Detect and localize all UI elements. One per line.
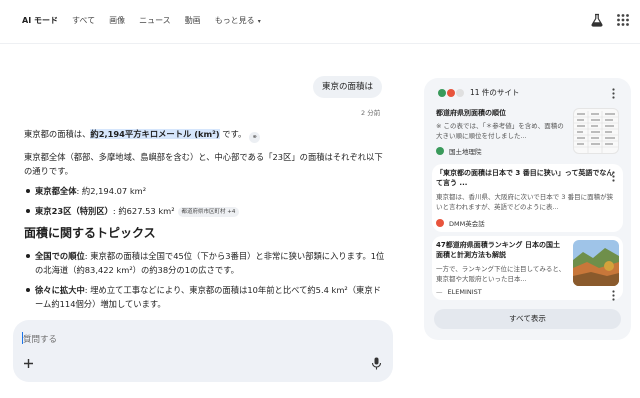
source-card-site-name: DMM英会話 — [449, 220, 485, 228]
source-thumbnail — [573, 108, 619, 154]
source-card[interactable]: 「東京都の面積は日本で 3 番目に狭い」って英語でなんて言う ... 東京都は、… — [432, 164, 623, 232]
list-item: 全国での順位: 東京都の面積は全国で45位（下から3番目）と非常に狭い部類に入り… — [24, 249, 386, 277]
answer-highlight: 約2,194平方キロメートル (km²) — [90, 129, 220, 139]
tab-all[interactable]: すべて — [72, 15, 95, 28]
tab-images[interactable]: 画像 — [109, 15, 125, 28]
question-input-placeholder[interactable]: 質問する — [23, 333, 57, 345]
tab-more-label: もっと見る — [214, 16, 255, 25]
source-card-snippet: 一方で、ランキング下位に注目してみると、東京都や大阪府といった日本... — [436, 265, 566, 283]
source-card-title[interactable]: 47都道府県面積ランキング 日本の国土面積と計測方法も解説 — [436, 240, 566, 260]
show-all-button[interactable]: すべて表示 — [434, 309, 621, 329]
bullet-label: 東京23区（特別区） — [35, 206, 113, 216]
section-heading: 面積に関するトピックス — [24, 226, 156, 240]
source-card-title[interactable]: 「東京都の面積は日本で 3 番目に狭い」って英語でなんて言う ... — [436, 168, 619, 188]
top-nav: AI モード すべて 画像 ニュース 動画 もっと見る ▾ — [0, 0, 640, 44]
topic-text: : 埋め立て工事などにより、東京都の面積は10年前と比べて約5.4 km²（東京… — [35, 285, 381, 309]
source-card-site-name: ELEMINIST — [447, 288, 482, 296]
message-timestamp: 2 分前 — [361, 109, 381, 117]
topic-label: 全国での順位 — [35, 251, 85, 261]
answer-paragraph: 東京都全体（都部、多摩地域、島嶼部を含む）と、中心部である「23区」の面積はそれ… — [24, 152, 383, 176]
source-card[interactable]: 都道府県別面積の順位 ※ この表では、「＊参考値」を含め、面積の大きい順に順位を… — [432, 104, 623, 160]
source-favicon — [456, 88, 464, 97]
topic-label: 徐々に拡大中 — [35, 285, 85, 295]
flask-icon[interactable] — [590, 13, 604, 27]
plus-icon[interactable] — [23, 358, 34, 369]
table-thumbnail-image — [574, 111, 618, 153]
list-item: 東京都全体: 約2,194.07 km² — [24, 184, 386, 198]
dash-icon: — — [436, 288, 443, 296]
chevron-down-icon: ▾ — [257, 18, 261, 25]
source-favicon — [447, 88, 455, 97]
ai-answer: 東京都の面積は、約2,194平方キロメートル (km²) です。 ⚭ 東京都全体（… — [24, 127, 386, 317]
topic-text: : 東京都の面積は全国で45位（下から3番目）と非常に狭い部類に入ります。1位の… — [35, 251, 385, 275]
source-card[interactable]: 47都道府県面積ランキング 日本の国土面積と計測方法も解説 一方で、ランキング下… — [432, 236, 623, 300]
source-thumbnail — [573, 240, 619, 286]
user-query-bubble: 東京の面積は — [313, 76, 383, 98]
source-favicon — [436, 147, 444, 155]
source-favicon — [438, 88, 446, 97]
source-chip[interactable]: 都道府県市区町村 +4 — [177, 207, 240, 217]
sources-header: 11 件のサイト — [438, 87, 519, 98]
bullet-value: : 約2,194.07 km² — [76, 186, 147, 196]
link-icon[interactable]: ⚭ — [249, 132, 261, 143]
question-input-box[interactable]: 質問する — [13, 320, 393, 382]
tab-videos[interactable]: 動画 — [185, 15, 201, 28]
bullet-value: : 約627.53 km² — [112, 206, 175, 216]
source-card-snippet: 東京都は、香川県、大阪府に次いで日本で 3 番目に面積が狭いと言われますが、英語… — [436, 193, 614, 211]
source-card-site-name: 国土地理院 — [449, 148, 482, 156]
more-vert-icon[interactable] — [612, 88, 615, 99]
sources-count: 11 件のサイト — [470, 88, 520, 97]
tab-news[interactable]: ニュース — [139, 15, 171, 28]
answer-lead-pre: 東京都の面積は、 — [24, 129, 91, 139]
more-vert-icon[interactable] — [612, 171, 615, 182]
landscape-thumbnail-image — [573, 240, 619, 286]
bullet-label: 東京都全体 — [35, 186, 77, 196]
source-card-site: 国土地理院 — [436, 146, 482, 156]
tab-ai-mode[interactable]: AI モード — [22, 15, 58, 28]
answer-lead-post: です。 — [219, 129, 247, 139]
answer-lead: 東京都の面積は、約2,194平方キロメートル (km²) です。 ⚭ — [24, 127, 386, 143]
source-card-site: DMM英会話 — [436, 218, 485, 228]
search-tabs: AI モード すべて 画像 ニュース 動画 もっと見る ▾ — [22, 15, 275, 28]
source-card-snippet: ※ この表では、「＊参考値」を含め、面積の大きい順に順位を付しました... — [436, 122, 564, 140]
list-item: 徐々に拡大中: 埋め立て工事などにより、東京都の面積は10年前と比べて約5.4 … — [24, 283, 386, 311]
source-card-site: — ELEMINIST — [436, 288, 482, 296]
microphone-icon[interactable] — [371, 357, 382, 370]
source-card-title[interactable]: 都道府県別面積の順位 — [436, 108, 566, 118]
tab-more[interactable]: もっと見る ▾ — [215, 15, 261, 28]
more-vert-icon[interactable] — [612, 290, 615, 301]
sources-panel: 11 件のサイト 都道府県別面積の順位 ※ この表では、「＊参考値」を含め、面積… — [424, 78, 631, 340]
top-icons — [590, 13, 630, 27]
list-item: 東京23区（特別区）: 約627.53 km² 都道府県市区町村 +4 — [24, 204, 386, 218]
apps-grid-icon[interactable] — [616, 13, 630, 27]
source-favicon — [436, 219, 444, 227]
